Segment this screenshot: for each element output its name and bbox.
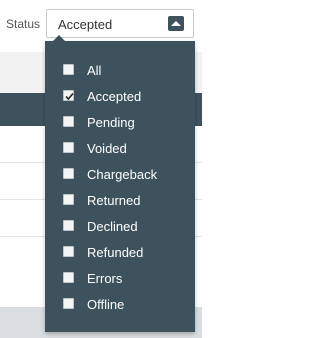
checkbox-pending[interactable] xyxy=(63,116,74,127)
status-option-chargeback[interactable]: Chargeback xyxy=(61,165,189,185)
checkbox-all[interactable] xyxy=(63,64,74,75)
checkbox-offline[interactable] xyxy=(63,298,74,309)
status-option-label: Pending xyxy=(87,115,135,130)
status-option-pending[interactable]: Pending xyxy=(61,113,189,133)
status-option-all[interactable]: All xyxy=(61,61,189,81)
status-option-returned[interactable]: Returned xyxy=(61,191,189,211)
checkbox-errors[interactable] xyxy=(63,272,74,283)
status-option-label: Voided xyxy=(87,141,127,156)
status-filter-label: Status xyxy=(6,17,41,31)
status-option-voided[interactable]: Voided xyxy=(61,139,189,159)
status-select-value: Accepted xyxy=(58,17,113,32)
checkmark-icon xyxy=(65,92,74,101)
status-option-label: Chargeback xyxy=(87,167,158,182)
checkbox-refunded[interactable] xyxy=(63,246,74,257)
checkbox-returned[interactable] xyxy=(63,194,74,205)
status-option-label: Refunded xyxy=(87,245,144,260)
status-option-label: Accepted xyxy=(87,89,142,104)
status-option-label: All xyxy=(87,63,102,78)
checkbox-accepted[interactable] xyxy=(63,90,74,101)
status-option-label: Offline xyxy=(87,297,125,312)
caret-up-icon[interactable] xyxy=(168,16,184,31)
status-option-label: Returned xyxy=(87,193,141,208)
status-option-accepted[interactable]: Accepted xyxy=(61,87,189,107)
status-select[interactable]: Accepted xyxy=(46,9,194,38)
status-option-offline[interactable]: Offline xyxy=(61,295,189,315)
status-option-errors[interactable]: Errors xyxy=(61,269,189,289)
status-option-label: Declined xyxy=(87,219,138,234)
checkbox-declined[interactable] xyxy=(63,220,74,231)
status-option-label: Errors xyxy=(87,271,123,286)
status-option-declined[interactable]: Declined xyxy=(61,217,189,237)
status-option-refunded[interactable]: Refunded xyxy=(61,243,189,263)
status-dropdown-menu: All Accepted Pending Voided Chargeback R… xyxy=(45,35,195,332)
checkbox-chargeback[interactable] xyxy=(63,168,74,179)
checkbox-voided[interactable] xyxy=(63,142,74,153)
